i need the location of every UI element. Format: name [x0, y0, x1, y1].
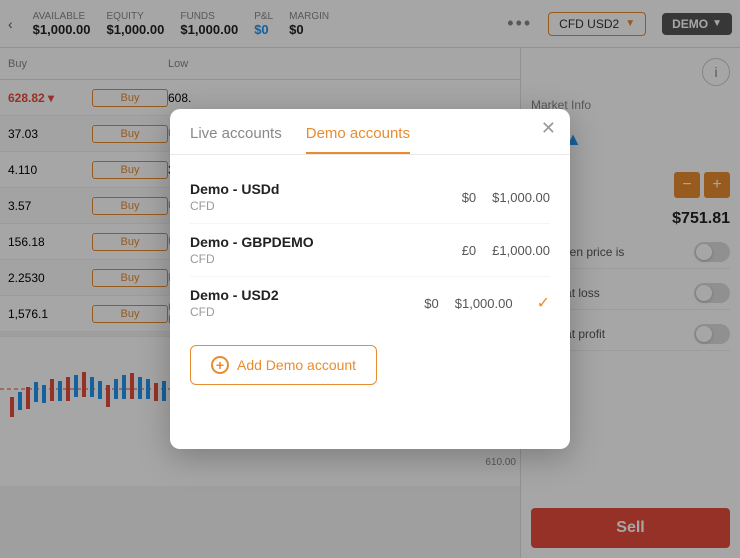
account-type-usd2: CFD [190, 305, 424, 319]
account-amount1-usd2: $0 [424, 296, 438, 311]
modal: ✕ Live accounts Demo accounts Demo - USD… [170, 109, 570, 449]
account-amounts-usdd: $0 $1,000.00 [462, 190, 550, 205]
account-info-usdd: Demo - USDd CFD [190, 181, 462, 213]
account-type-usdd: CFD [190, 199, 462, 213]
account-amount1-usdd: $0 [462, 190, 476, 205]
add-demo-account-label: Add Demo account [237, 357, 356, 373]
account-amount2-usd2: $1,000.00 [455, 296, 513, 311]
modal-body: Demo - USDd CFD $0 $1,000.00 Demo - GBPD… [170, 155, 570, 409]
selected-check-icon: ✓ [537, 293, 550, 313]
account-name-gbpdemo: Demo - GBPDEMO [190, 234, 462, 250]
modal-close-button[interactable]: ✕ [541, 119, 556, 137]
account-row-usdd[interactable]: Demo - USDd CFD $0 $1,000.00 [190, 171, 550, 224]
account-amount1-gbpdemo: £0 [462, 243, 476, 258]
account-amount2-gbpdemo: £1,000.00 [492, 243, 550, 258]
account-info-gbpdemo: Demo - GBPDEMO CFD [190, 234, 462, 266]
account-row-gbpdemo[interactable]: Demo - GBPDEMO CFD £0 £1,000.00 [190, 224, 550, 277]
account-name-usd2: Demo - USD2 [190, 287, 424, 303]
account-info-usd2: Demo - USD2 CFD [190, 287, 424, 319]
modal-overlay: ✕ Live accounts Demo accounts Demo - USD… [0, 0, 740, 558]
account-amounts-gbpdemo: £0 £1,000.00 [462, 243, 550, 258]
account-name-usdd: Demo - USDd [190, 181, 462, 197]
plus-circle-icon: + [211, 356, 229, 374]
tab-live-accounts[interactable]: Live accounts [190, 125, 282, 154]
account-type-gbpdemo: CFD [190, 252, 462, 266]
account-amount2-usdd: $1,000.00 [492, 190, 550, 205]
tab-demo-accounts[interactable]: Demo accounts [306, 125, 410, 154]
account-row-usd2[interactable]: Demo - USD2 CFD $0 $1,000.00 ✓ [190, 277, 550, 329]
account-amounts-usd2: $0 $1,000.00 ✓ [424, 293, 550, 313]
add-demo-account-button[interactable]: + Add Demo account [190, 345, 377, 385]
modal-tabs: Live accounts Demo accounts [170, 109, 570, 155]
